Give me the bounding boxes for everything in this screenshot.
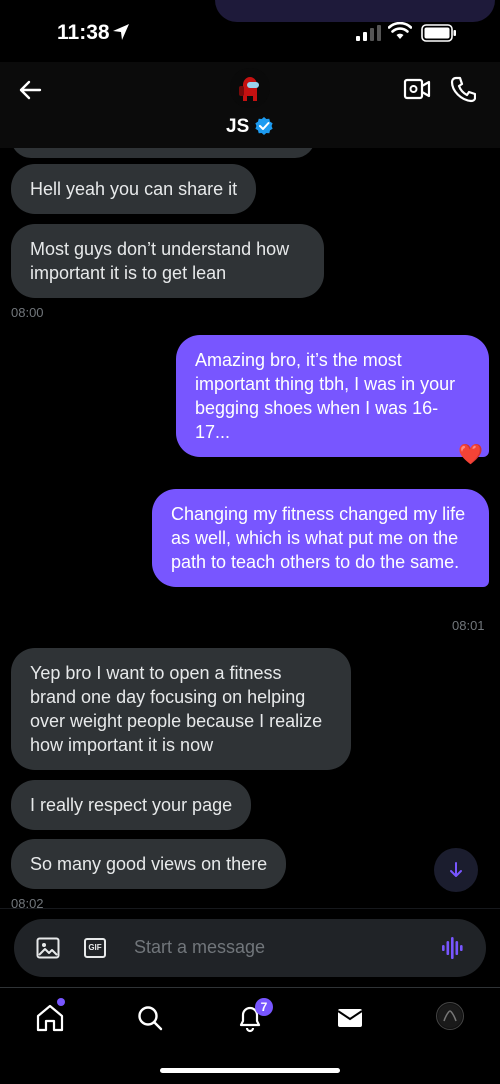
message-bubble-received[interactable]: Most guys don’t understand how important… <box>11 224 324 298</box>
arrow-left-icon[interactable] <box>16 76 44 104</box>
message-bubble-sent[interactable]: Changing my fitness changed my life as w… <box>152 489 489 587</box>
message-bubble-received[interactable]: I really respect your page <box>11 780 252 830</box>
message-timestamp: 08:01 <box>452 618 485 633</box>
message-bubble-received[interactable]: Yep bro I want to open a fitness brand o… <box>11 648 351 770</box>
scroll-to-bottom-button[interactable] <box>434 848 478 892</box>
profile-image-icon <box>438 1004 462 1028</box>
contact-avatar[interactable] <box>230 68 270 108</box>
video-call-icon[interactable] <box>403 76 431 102</box>
message-timestamp: 08:02 <box>11 896 44 908</box>
battery-icon <box>421 24 456 42</box>
message-input[interactable]: Start a message <box>134 937 265 958</box>
notification-count-badge: 7 <box>255 998 273 1016</box>
gif-button[interactable]: GIF <box>84 938 106 958</box>
composer-bar: GIF Start a message <box>0 908 500 986</box>
voice-message-icon[interactable] <box>441 935 463 961</box>
message-bubble-sent[interactable]: Amazing bro, it’s the most important thi… <box>176 335 489 457</box>
contact-name[interactable]: JS <box>226 116 249 138</box>
cellular-signal-icon <box>356 25 381 41</box>
home-unread-dot <box>57 998 65 1006</box>
conversation-header: JS <box>0 62 500 148</box>
message-bubble-received[interactable]: Hell yeah you can share it <box>11 164 257 214</box>
message-bubble-partial[interactable] <box>11 148 315 158</box>
status-time: 11:38 <box>57 21 110 44</box>
status-bar: 11:38 <box>0 0 500 62</box>
home-icon[interactable] <box>34 1002 66 1034</box>
profile-avatar[interactable] <box>436 1002 464 1030</box>
arrow-down-icon <box>450 862 462 877</box>
message-bubble-received[interactable]: So many good views on there <box>11 839 287 889</box>
verified-badge-icon <box>255 117 273 135</box>
heart-reaction-icon[interactable]: ❤️ <box>458 442 483 467</box>
search-icon[interactable] <box>134 1002 166 1034</box>
location-arrow-icon <box>113 24 129 40</box>
message-thread[interactable]: Hell yeah you can share it Most guys don… <box>0 148 500 908</box>
phone-icon[interactable] <box>450 75 476 103</box>
message-timestamp: 08:00 <box>11 305 44 320</box>
home-indicator <box>160 1068 340 1073</box>
wifi-icon <box>388 22 412 39</box>
bottom-navigation: 7 <box>0 987 500 1084</box>
image-icon[interactable] <box>36 937 60 959</box>
messages-envelope-icon[interactable] <box>334 1002 366 1034</box>
crewmate-avatar-icon <box>230 68 270 108</box>
status-bar-glow <box>215 0 495 22</box>
message-composer[interactable]: GIF Start a message <box>14 919 486 977</box>
